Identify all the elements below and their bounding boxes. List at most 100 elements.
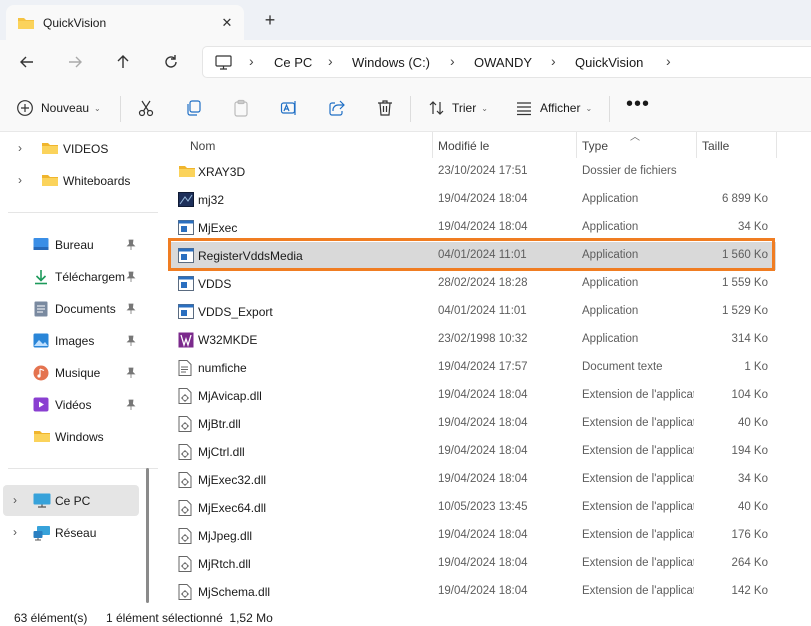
file-name: MjCtrl.dll (198, 445, 245, 459)
file-modified: 04/01/2024 11:01 (438, 305, 527, 317)
file-row[interactable]: MjExec32.dll 19/04/2024 18:04 Extension de… (170, 466, 776, 494)
column-header-type[interactable]: Type (582, 139, 608, 153)
sidebar-item-videos[interactable]: › VIDEOS (0, 135, 150, 163)
column-divider[interactable] (432, 132, 433, 158)
file-type: Extension de l'application (582, 557, 694, 569)
dll-file-icon (178, 528, 192, 547)
sidebar-item-label: Documents (55, 302, 116, 316)
share-icon (329, 100, 345, 116)
chevron-right-icon: › (551, 53, 556, 69)
file-row[interactable]: MjExec64.dll 10/05/2023 13:45 Extension de… (170, 494, 776, 522)
sort-button[interactable]: Trier ⌄ (428, 96, 488, 120)
close-tab-icon[interactable]: ✕ (216, 12, 238, 34)
file-modified: 28/02/2024 18:28 (438, 277, 528, 289)
column-header-size[interactable]: Taille (702, 139, 729, 153)
pin-icon (126, 239, 136, 253)
folder-icon (17, 15, 35, 34)
file-row[interactable]: MjRtch.dll 19/04/2024 18:04 Extension de l… (170, 550, 776, 578)
file-type: Application (582, 333, 639, 345)
file-type: Dossier de fichiers (582, 165, 677, 177)
sidebar-item-ce-pc[interactable]: › Ce PC (3, 485, 139, 516)
sidebar-item-whiteboards[interactable]: › Whiteboards (0, 167, 150, 195)
chevron-right-icon[interactable]: › (13, 525, 17, 539)
tab-quickvision[interactable]: QuickVision ✕ (6, 5, 244, 40)
share-button[interactable] (328, 96, 346, 120)
view-button[interactable]: Afficher ⌄ (515, 96, 592, 120)
paste-button[interactable] (232, 96, 250, 120)
file-row[interactable]: W32MKDE 23/02/1998 10:32 Application 314 Ko (170, 326, 776, 354)
forward-arrow-icon[interactable] (62, 50, 88, 74)
file-row[interactable]: MjSchema.dll 19/04/2024 18:04 Extension de… (170, 578, 776, 606)
column-header-name[interactable]: Nom (190, 139, 215, 153)
dll-file-icon (178, 472, 192, 491)
clipboard-icon (234, 99, 248, 117)
sidebar-item-documents[interactable]: Documents (0, 295, 150, 323)
application-icon (178, 304, 194, 322)
file-row[interactable]: MjBtr.dll 19/04/2024 18:04 Extension de l'… (170, 410, 776, 438)
selection-info: 1 élément sélectionné 1,52 Mo (106, 611, 273, 625)
file-row[interactable]: XRAY3D 23/10/2024 17:51 Dossier de fichier… (170, 158, 776, 186)
file-modified: 19/04/2024 18:04 (438, 193, 528, 205)
breadcrumb-quickvision[interactable]: QuickVision (575, 55, 643, 70)
sidebar-item-label: VIDEOS (63, 142, 109, 156)
file-row[interactable]: VDDS 28/02/2024 18:28 Application 1 559 Ko (170, 270, 776, 298)
cut-button[interactable] (137, 96, 155, 120)
column-divider[interactable] (696, 132, 697, 158)
sidebar-item-reseau[interactable]: › Réseau (0, 519, 150, 547)
sidebar-item-images[interactable]: Images (0, 327, 150, 355)
breadcrumb-owandy[interactable]: OWANDY (474, 55, 532, 70)
chevron-right-icon[interactable]: › (18, 173, 22, 187)
file-type: Extension de l'application (582, 501, 694, 513)
sidebar-item-musique[interactable]: Musique (0, 359, 150, 387)
trash-icon (378, 100, 392, 116)
file-row[interactable]: MjJpeg.dll 19/04/2024 18:04 Extension de l… (170, 522, 776, 550)
column-divider[interactable] (576, 132, 577, 158)
file-type: Extension de l'application (582, 417, 694, 429)
sidebar-item-bureau[interactable]: Bureau (0, 231, 150, 259)
copy-icon (187, 100, 201, 116)
dll-file-icon (178, 556, 192, 575)
sidebar-divider (8, 468, 158, 469)
view-list-icon (517, 102, 531, 116)
new-tab-button[interactable]: + (259, 9, 281, 31)
file-row[interactable]: numfiche 19/04/2024 17:57 Document texte 1 … (170, 354, 776, 382)
file-name: VDDS (198, 277, 232, 291)
up-arrow-icon[interactable] (110, 50, 136, 74)
annotation-highlight-box (168, 238, 775, 271)
sidebar-item-label: Whiteboards (63, 174, 131, 188)
file-row[interactable]: VDDS_Export 04/01/2024 11:01 Application 1 … (170, 298, 776, 326)
chevron-right-icon: › (666, 53, 671, 69)
file-row[interactable]: MjAvicap.dll 19/04/2024 18:04 Extension de… (170, 382, 776, 410)
sidebar-item-videos-quick[interactable]: Vidéos (0, 391, 150, 419)
more-options-icon[interactable]: ••• (626, 92, 650, 116)
file-type: Extension de l'application (582, 473, 694, 485)
refresh-icon[interactable] (158, 50, 184, 74)
sidebar-item-windows[interactable]: Windows (0, 423, 150, 451)
file-type: Extension de l'application (582, 529, 694, 541)
delete-button[interactable] (376, 96, 394, 120)
breadcrumb-windows-c[interactable]: Windows (C:) (352, 55, 430, 70)
rename-button[interactable] (280, 96, 298, 120)
desktop-icon (33, 237, 49, 254)
file-row[interactable]: MjCtrl.dll 19/04/2024 18:04 Extension de l… (170, 438, 776, 466)
sidebar-item-label: Musique (55, 366, 101, 380)
file-modified: 10/05/2023 13:45 (438, 501, 528, 513)
file-size: 34 Ko (737, 221, 768, 233)
back-arrow-icon[interactable] (14, 50, 40, 74)
column-header-modified[interactable]: Modifié le (438, 139, 489, 153)
chevron-right-icon[interactable]: › (13, 493, 17, 507)
sidebar-scrollbar[interactable] (146, 468, 149, 603)
column-divider[interactable] (776, 132, 777, 158)
folder-icon (41, 141, 59, 159)
new-button[interactable]: Nouveau ⌄ (16, 96, 101, 120)
address-bar[interactable]: › Ce PC › Windows (C:) › OWANDY › QuickV… (202, 46, 811, 78)
sidebar-item-telechargements[interactable]: Téléchargem (0, 263, 150, 291)
file-row[interactable]: mj32 19/04/2024 18:04 Application 6 899 Ko (170, 186, 776, 214)
copy-button[interactable] (185, 96, 203, 120)
file-type: Extension de l'application (582, 445, 694, 457)
file-modified: 19/04/2024 17:57 (438, 361, 528, 373)
file-modified: 23/02/1998 10:32 (438, 333, 528, 345)
chevron-right-icon[interactable]: › (18, 141, 22, 155)
breadcrumb-ce-pc[interactable]: Ce PC (274, 55, 312, 70)
chevron-down-icon: ⌄ (481, 103, 488, 113)
